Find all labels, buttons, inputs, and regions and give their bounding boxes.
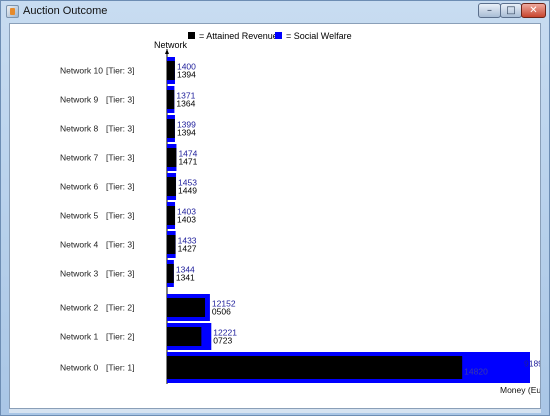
value-label-revenue: 1403 bbox=[177, 215, 196, 225]
minimize-button[interactable]: – bbox=[478, 3, 501, 18]
bar-revenue bbox=[167, 235, 176, 254]
bar-revenue bbox=[167, 119, 175, 138]
bar-revenue bbox=[167, 148, 177, 167]
bar-revenue bbox=[167, 90, 175, 109]
value-label-revenue: 1471 bbox=[178, 157, 197, 167]
tier-label: [Tier: 1] bbox=[106, 363, 135, 373]
category-label: Network 8 bbox=[60, 124, 99, 134]
category-labels: Network 10 [Tier: 3]Network 9 [Tier: 3]Net… bbox=[60, 66, 135, 373]
value-label-revenue: 1427 bbox=[178, 244, 197, 254]
category-label: Network 2 bbox=[60, 303, 99, 313]
maximize-button[interactable]: □ bbox=[500, 3, 522, 18]
legend-label-revenue: = Attained Revenue bbox=[199, 31, 278, 41]
chart-panel: = Attained Revenue = Social Welfare Netwo… bbox=[9, 23, 541, 409]
category-label: Network 10 bbox=[60, 66, 103, 76]
x-axis-label: Money (Euros) bbox=[500, 385, 541, 395]
tier-label: [Tier: 3] bbox=[106, 240, 135, 250]
legend-swatch-welfare bbox=[275, 32, 282, 39]
window-bottom-edge bbox=[9, 409, 541, 413]
window-title: Auction Outcome bbox=[23, 5, 108, 17]
application-window: Auction Outcome – □ ✕ = Attained Revenue… bbox=[0, 0, 550, 416]
value-label-revenue: 1341 bbox=[176, 273, 195, 283]
legend-swatch-revenue bbox=[188, 32, 195, 39]
value-label-welfare: 9189 bbox=[524, 359, 541, 369]
value-label-revenue: 1394 bbox=[177, 70, 196, 80]
bar-revenue bbox=[167, 264, 174, 283]
title-bar[interactable]: Auction Outcome – □ ✕ bbox=[1, 1, 549, 23]
value-label-revenue: 1449 bbox=[178, 186, 197, 196]
close-button[interactable]: ✕ bbox=[521, 3, 546, 18]
tier-label: [Tier: 3] bbox=[106, 153, 135, 163]
axes: Network Money (Euros) bbox=[154, 40, 541, 395]
chart: = Attained Revenue = Social Welfare Netwo… bbox=[60, 31, 541, 395]
y-axis-label: Network bbox=[154, 40, 188, 50]
tier-label: [Tier: 2] bbox=[106, 303, 135, 313]
tier-label: [Tier: 3] bbox=[106, 269, 135, 279]
category-label: Network 9 bbox=[60, 95, 99, 105]
category-label: Network 1 bbox=[60, 332, 99, 342]
category-label: Network 6 bbox=[60, 182, 99, 192]
value-label-revenue: 0723 bbox=[213, 336, 232, 346]
tier-label: [Tier: 2] bbox=[106, 332, 135, 342]
bar-revenue bbox=[167, 327, 202, 346]
category-label: Network 5 bbox=[60, 211, 99, 221]
category-label: Network 3 bbox=[60, 269, 99, 279]
bar-revenue bbox=[167, 177, 176, 196]
value-label-revenue: 0506 bbox=[212, 307, 231, 317]
category-label: Network 7 bbox=[60, 153, 99, 163]
value-label-revenue: 1364 bbox=[176, 99, 195, 109]
tier-label: [Tier: 3] bbox=[106, 182, 135, 192]
category-label: Network 0 bbox=[60, 363, 99, 373]
legend-label-welfare: = Social Welfare bbox=[286, 31, 352, 41]
value-label-revenue: 1394 bbox=[177, 128, 196, 138]
tier-label: [Tier: 3] bbox=[106, 95, 135, 105]
bar-revenue bbox=[167, 356, 463, 379]
value-labels: 1400139413711364139913941474147114531449… bbox=[176, 62, 541, 377]
bar-revenue bbox=[167, 206, 176, 225]
bar-revenue bbox=[167, 61, 175, 80]
tier-label: [Tier: 3] bbox=[106, 66, 135, 76]
tier-label: [Tier: 3] bbox=[106, 211, 135, 221]
java-app-icon bbox=[6, 5, 19, 18]
bar-revenue bbox=[167, 298, 206, 317]
legend: = Attained Revenue = Social Welfare bbox=[188, 31, 352, 41]
tier-label: [Tier: 3] bbox=[106, 124, 135, 134]
category-label: Network 4 bbox=[60, 240, 99, 250]
value-label-revenue: 14820 bbox=[464, 367, 488, 377]
